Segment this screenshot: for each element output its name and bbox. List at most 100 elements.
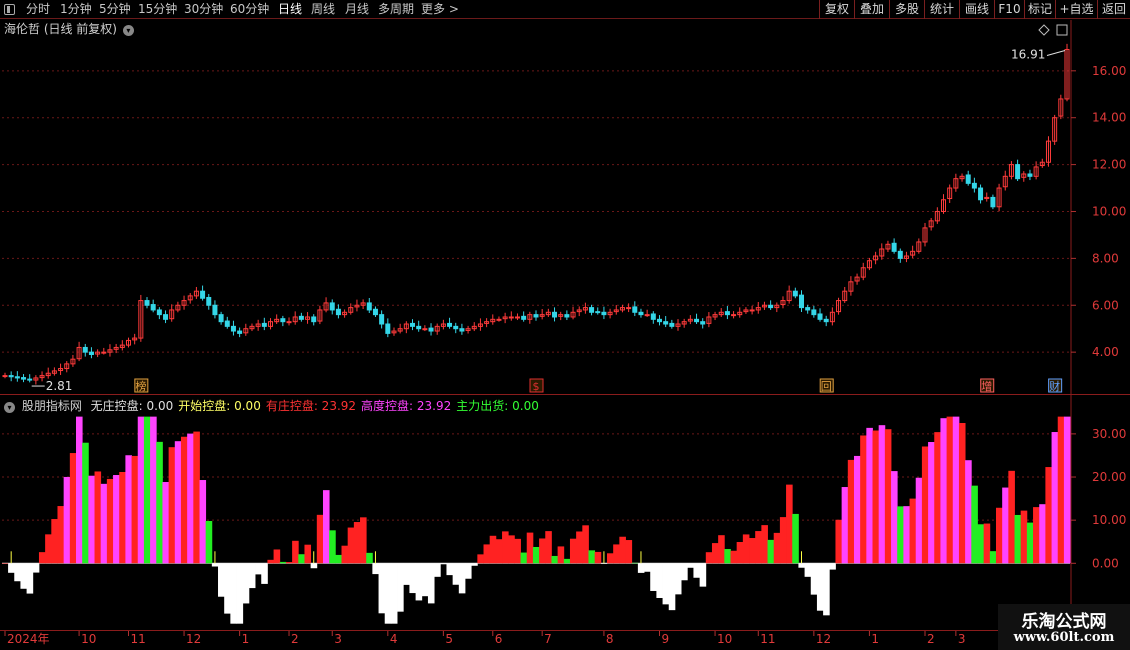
indicator-bar [384,563,392,624]
indicator-bar [143,416,151,564]
max-price-label: 16.91 [1011,47,1045,61]
candle-body [8,375,14,378]
indicator-bar [810,563,818,595]
indicator-bar [316,514,324,564]
indicator-bar [14,563,21,582]
indicator-bar [483,544,491,564]
indicator-bar [304,544,312,564]
candle-body [533,314,539,318]
candle-body [656,318,662,323]
indicator-bar [446,563,454,576]
indicator-bar [113,475,120,564]
indicator-bar [267,559,274,564]
event-marker-label: 增 [981,379,992,393]
candle-body [792,290,798,297]
indicator-legend-1: 开始控盘: 0.00 [178,399,261,413]
indicator-bar [711,543,719,564]
candle-body [595,311,601,314]
candle-body [21,377,27,380]
event-marker-label: 回 [821,380,832,393]
indicator-bar [687,563,694,568]
main-chart-title: 海伦哲 (日线 前复权) ▾ [4,20,134,37]
indicator-bar [1020,510,1028,564]
candle-body [990,196,996,208]
time-tick-label: 7 [544,632,552,646]
indicator-bar [434,563,441,577]
indicator-bar [1057,416,1065,564]
candle-body [410,322,416,327]
candle-body [1015,164,1021,180]
time-tick-label: 2024年 [7,632,50,646]
indicator-bar [360,517,367,564]
indicator-bar [520,552,528,564]
candle-body [521,315,527,320]
indicator-bar [681,563,688,581]
candle-body [700,321,706,325]
indicator-bar [1026,522,1034,564]
indicator-dropdown-icon[interactable]: ▾ [4,402,15,413]
event-marker-label: $ [533,380,540,393]
indicator-bar [366,552,373,564]
candle-body [2,375,8,378]
price-tick-label: 8.00 [1092,251,1119,265]
indicator-bar [427,563,435,604]
indicator-tick-label: 0.00 [1092,556,1119,570]
indicator-bar [125,455,132,564]
indicator-bar [38,552,46,564]
indicator-bar [335,554,342,564]
indicator-bar [415,563,423,601]
indicator-bar [965,460,972,564]
indicator-bar [860,435,867,564]
indicator-bar [409,563,416,594]
indicator-title-row: ▾ 股朋指标网 无庄控盘: 0.00 开始控盘: 0.00 有庄控盘: 23.92 高… [4,397,539,414]
indicator-bar [162,481,170,564]
kline-chart[interactable]: 4.006.008.0010.0012.0014.0016.0016.912.8… [0,0,1130,650]
candle-body [447,322,453,327]
indicator-bar [730,550,738,564]
indicator-bar [693,563,701,578]
candle-body [280,318,286,323]
candle-body [817,313,823,320]
indicator-bar [551,555,559,564]
time-tick-label: 2 [291,632,299,646]
indicator-bar [180,436,188,564]
price-tick-label: 10.00 [1092,204,1126,218]
indicator-bar [341,545,349,564]
indicator-bar [576,531,583,564]
indicator-bar [26,563,34,594]
indicator-bar [224,563,231,614]
candle-body [150,304,156,311]
candle-body [978,187,984,201]
indicator-bar [131,455,139,564]
indicator-bar [421,563,429,597]
indicator-bar [835,519,843,564]
indicator-bar [977,524,985,564]
indicator-tick-label: 10.00 [1092,513,1126,527]
indicator-bar [952,416,960,564]
candle-body [601,311,607,316]
indicator-bar [45,534,52,564]
candle-body [237,330,243,334]
candle-body [669,322,675,327]
indicator-bar [322,490,330,564]
candle-body [552,311,558,318]
candle-body [768,304,774,309]
time-tick-label: 12 [186,632,201,646]
indicator-bar [946,416,954,564]
indicator-bar [489,535,497,564]
indicator-bar [971,485,978,564]
indicator-bar [193,431,200,564]
indicator-bar [168,447,176,564]
indicator-bar [786,484,793,564]
indicator-bar [279,561,287,564]
indicator-bar [57,506,65,564]
indicator-bar [100,483,108,564]
candle-body [230,325,236,332]
indicator-bar [526,532,534,564]
candle-body [82,346,88,353]
title-dropdown-icon[interactable]: ▾ [122,25,134,36]
candle-body [626,307,632,310]
indicator-bar [878,425,886,564]
event-marker-label: 榜 [135,379,146,393]
indicator-bar [934,432,941,564]
